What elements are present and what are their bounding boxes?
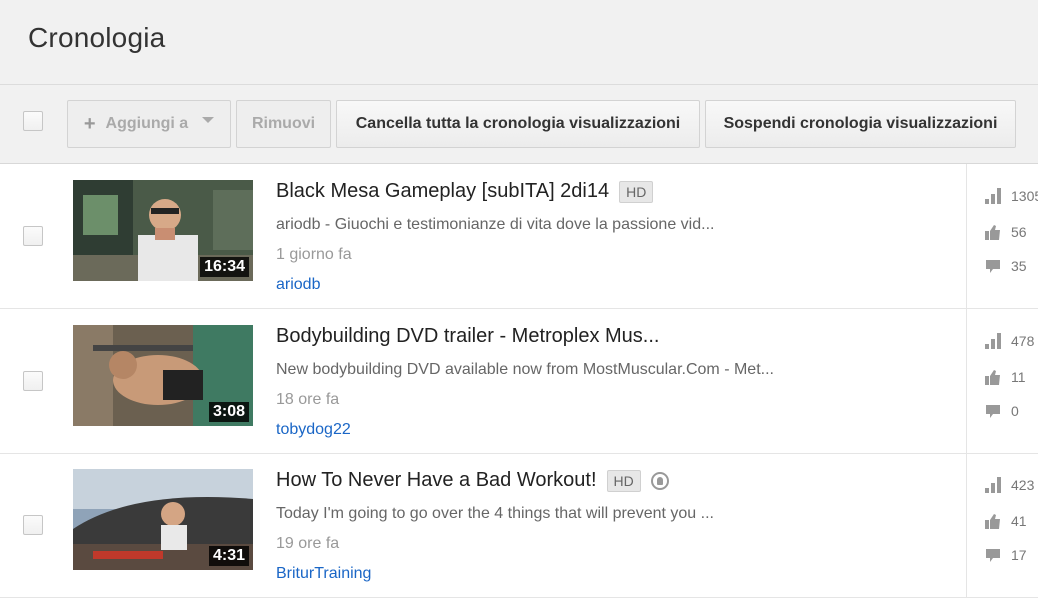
likes-count: 11 [1011,369,1026,385]
video-timestamp: 18 ore fa [276,391,340,408]
comments-count: 0 [1011,403,1019,419]
video-stats: 1305 56 35 [966,164,1038,308]
likes-stat: 56 [985,224,1027,240]
channel-link[interactable]: ariodb [276,276,320,294]
thumbs-up-icon [985,225,1000,240]
video-stats: 423 41 17 [966,453,1038,597]
add-to-label: Aggiungi a [105,115,189,132]
list-item: 16:34 Black Mesa Gameplay [subITA] 2di14… [0,164,1038,309]
comments-count: 17 [1011,547,1027,563]
video-title[interactable]: How To Never Have a Bad Workout! [276,469,597,492]
video-duration: 16:34 [200,257,249,277]
video-title-row: Bodybuilding DVD trailer - Metroplex Mus… [276,325,659,348]
likes-count: 56 [1011,224,1027,240]
thumbs-up-icon [985,514,1000,529]
list-item: 3:08 Bodybuilding DVD trailer - Metrople… [0,309,1038,454]
likes-count: 41 [1011,513,1027,529]
video-title[interactable]: Bodybuilding DVD trailer - Metroplex Mus… [276,325,659,348]
select-all-checkbox[interactable] [23,111,43,131]
add-to-button[interactable]: + Aggiungi a [67,100,231,148]
video-description: ariodb - Giuochi e testimonianze di vita… [276,216,715,233]
video-thumbnail[interactable]: 4:31 [73,469,253,570]
hd-badge: HD [619,180,654,203]
thumbs-up-icon [985,370,1000,385]
video-thumbnail[interactable]: 3:08 [73,325,253,426]
row-checkbox[interactable] [23,515,43,535]
comment-icon [986,549,1000,562]
views-stat: 478 [985,333,1034,349]
pause-history-button[interactable]: Sospendi cronologia visualizzazioni [705,100,1016,148]
row-checkbox[interactable] [23,371,43,391]
video-timestamp: 1 giorno fa [276,246,352,263]
plus-icon: + [83,112,96,135]
views-stat: 423 [985,477,1034,493]
video-thumbnail[interactable]: 16:34 [73,180,253,281]
partner-icon [650,471,669,490]
page-title: Cronologia [28,22,166,53]
comment-icon [986,260,1000,273]
video-title-row: Black Mesa Gameplay [subITA] 2di14 HD [276,180,654,203]
video-title[interactable]: Black Mesa Gameplay [subITA] 2di14 [276,180,609,203]
comments-stat: 17 [985,547,1027,563]
views-icon [985,333,1001,349]
channel-link[interactable]: tobydog22 [276,421,351,439]
video-stats: 478 11 0 [966,309,1038,453]
comments-stat: 0 [985,403,1019,419]
hd-badge: HD [606,469,641,492]
comment-icon [986,405,1000,418]
video-duration: 4:31 [208,546,249,566]
list-item: 4:31 How To Never Have a Bad Workout! HD… [0,453,1038,598]
channel-link[interactable]: BriturTraining [276,565,371,583]
views-count: 423 [1011,477,1035,493]
video-description: New bodybuilding DVD available now from … [276,361,774,378]
page-header: Cronologia [0,0,1038,85]
likes-stat: 41 [985,513,1027,529]
views-icon [985,477,1001,493]
video-timestamp: 19 ore fa [276,535,340,552]
views-stat: 1305 [985,188,1038,204]
views-icon [985,188,1001,204]
remove-button[interactable]: Rimuovi [236,100,331,148]
comments-stat: 35 [985,258,1027,274]
video-title-row: How To Never Have a Bad Workout! HD [276,469,669,492]
likes-stat: 11 [985,369,1026,385]
toolbar: + Aggiungi a Rimuovi Cancella tutta la c… [0,85,1038,164]
clear-history-button[interactable]: Cancella tutta la cronologia visualizzaz… [336,100,700,148]
video-duration: 3:08 [208,402,249,422]
chevron-down-icon [202,117,215,123]
views-count: 478 [1011,333,1035,349]
comments-count: 35 [1011,258,1027,274]
row-checkbox[interactable] [23,226,43,246]
views-count: 1305 [1011,188,1038,204]
video-description: Today I'm going to go over the 4 things … [276,505,714,522]
